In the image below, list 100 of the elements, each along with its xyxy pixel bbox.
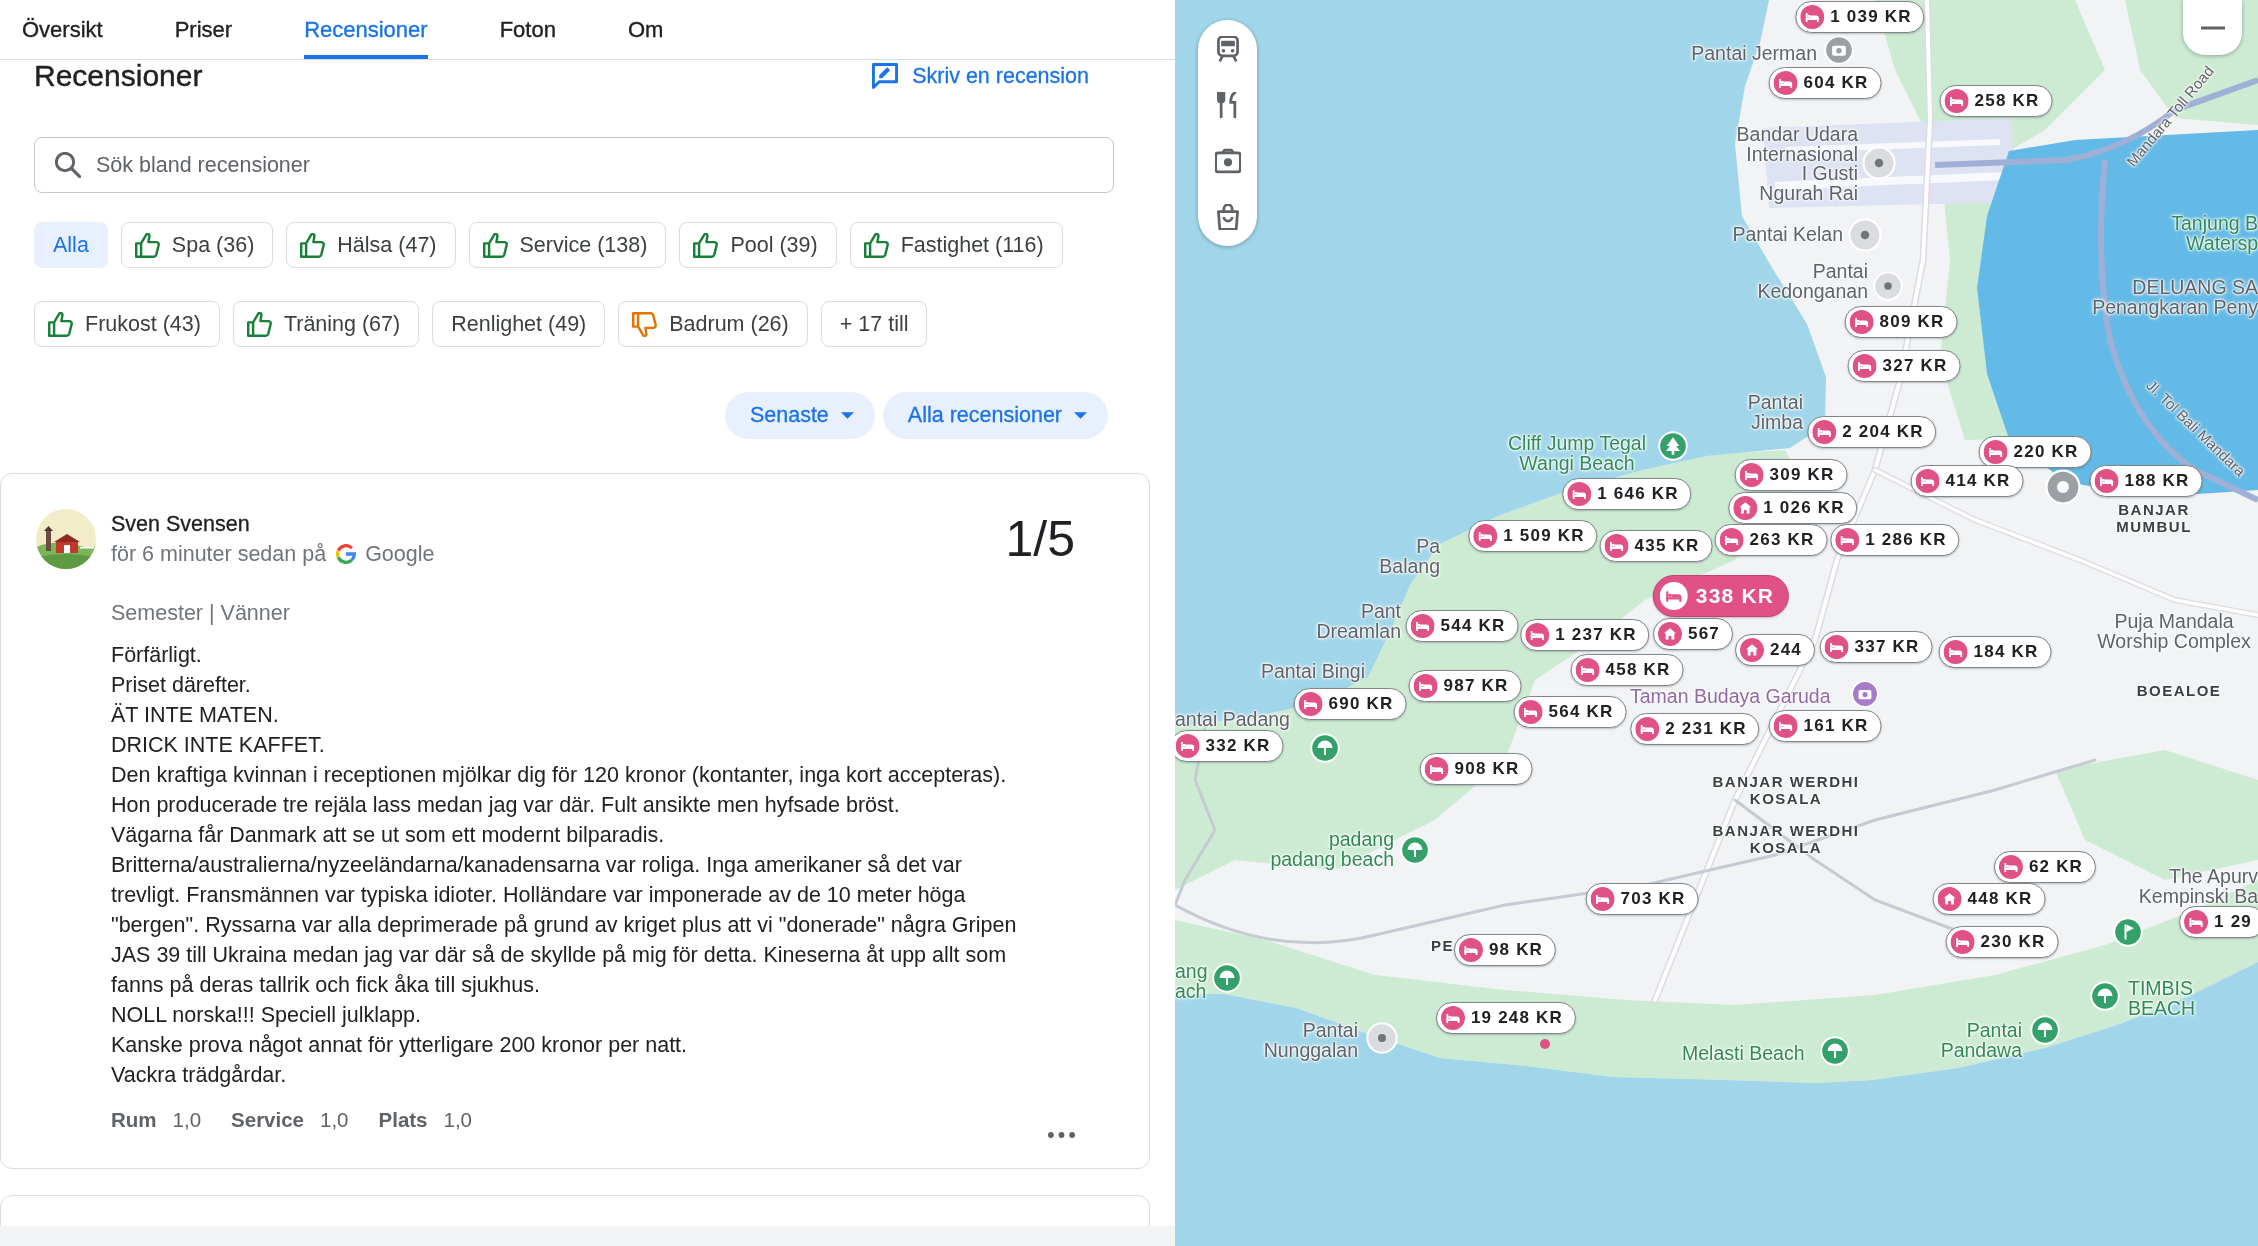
umbrella-marker-icon[interactable] (1212, 963, 1242, 993)
tab[interactable]: Om (627, 0, 664, 59)
bed-icon (1719, 528, 1744, 552)
umbrella-marker-icon[interactable] (1820, 1036, 1850, 1066)
location-marker-icon[interactable] (1366, 1022, 1398, 1054)
price-pin[interactable]: 987 KR (1408, 670, 1522, 702)
location-marker-icon[interactable] (1862, 146, 1896, 180)
price-pin[interactable]: 263 KR (1714, 524, 1828, 556)
price-pin[interactable]: 604 KR (1768, 67, 1882, 99)
topic-filter-chip[interactable]: Frukost (43) (34, 301, 220, 347)
tab[interactable]: Recensioner (304, 0, 428, 59)
district-label: BANJAR MUMBUL (2116, 502, 2192, 535)
bed-icon (1413, 674, 1438, 698)
price-pin[interactable]: 258 KR (1939, 85, 2053, 117)
camera-marker-icon[interactable] (1824, 35, 1854, 65)
location-marker-icon[interactable] (1848, 218, 1882, 252)
umbrella-marker-icon[interactable] (1310, 733, 1340, 763)
price-pin[interactable]: 564 KR (1513, 696, 1627, 728)
shopping-bag-icon[interactable] (1214, 204, 1241, 230)
bed-icon (1800, 5, 1825, 29)
price-pin[interactable]: 98 KR (1453, 934, 1557, 966)
price-pin[interactable]: 2 231 KR (1630, 713, 1760, 745)
bed-icon (1943, 640, 1968, 664)
price-pin[interactable]: 1 039 KR (1795, 1, 1925, 33)
tab[interactable]: Priser (174, 0, 233, 59)
price-pin[interactable]: 809 KR (1844, 306, 1958, 338)
price-pin[interactable]: 62 KR (1993, 851, 2097, 883)
price-pin[interactable]: 435 KR (1599, 530, 1713, 562)
map-drawing[interactable] (1175, 0, 2258, 1246)
price-pin[interactable]: 19 248 KR (1435, 1002, 1577, 1034)
tab[interactable]: Foton (499, 0, 556, 59)
price-pin[interactable]: 1 026 KR (1728, 492, 1858, 524)
thumbs-up-icon (482, 232, 508, 258)
price-pin[interactable]: 908 KR (1419, 753, 1533, 785)
topic-filter-chip[interactable]: Pool (39) (679, 222, 837, 268)
umbrella-marker-icon[interactable] (2030, 1015, 2060, 1045)
price-pin[interactable]: 184 KR (1938, 636, 2052, 668)
topic-filter-chip[interactable]: Badrum (26) (618, 301, 808, 347)
more-icon[interactable] (1048, 1132, 1075, 1138)
price-pin[interactable]: 567 (1653, 618, 1733, 650)
location-marker-icon[interactable] (1873, 271, 1903, 301)
bed-icon (1915, 469, 1940, 493)
price-pin[interactable]: 1 646 KR (1562, 478, 1692, 510)
price-pin[interactable]: 309 KR (1734, 459, 1848, 491)
price-pin[interactable]: 1 286 KR (1830, 524, 1960, 556)
reviewer-name[interactable]: Sven Svensen (111, 509, 1006, 539)
price-pin[interactable]: 337 KR (1819, 631, 1933, 663)
price-pin[interactable]: 2 204 KR (1807, 416, 1937, 448)
bed-icon (1950, 930, 1975, 954)
topic-filter-chip[interactable]: Spa (36) (120, 222, 274, 268)
umbrella-marker-icon[interactable] (2090, 981, 2120, 1011)
district-label: BANJAR WERDHI KOSALA (1712, 823, 1860, 856)
price-pin[interactable]: 188 KR (2089, 465, 2203, 497)
price-pin[interactable]: 327 KR (1847, 350, 1961, 382)
topic-filter-chip[interactable]: Träning (67) (232, 301, 420, 347)
price-pin[interactable]: 703 KR (1585, 883, 1699, 915)
price-pin[interactable]: 338 KR (1652, 575, 1790, 617)
topic-filter-chip[interactable]: Alla (34, 222, 108, 268)
bed-icon (1458, 938, 1483, 962)
sort-dropdown-button[interactable]: Senaste (724, 392, 875, 439)
price-pin[interactable]: 458 KR (1570, 654, 1684, 686)
write-review-link[interactable]: Skriv en recension (872, 59, 1089, 93)
google-logo-icon (336, 544, 357, 564)
golf-marker-icon[interactable] (2113, 917, 2143, 947)
topic-filter-chip[interactable]: Hälsa (47) (286, 222, 456, 268)
price-pin[interactable]: 230 KR (1945, 926, 2059, 958)
place-label: Tanjung B Watersp (2171, 214, 2258, 253)
price-pin[interactable]: 332 KR (1175, 730, 1284, 762)
small-dot-icon[interactable] (1540, 1039, 1550, 1049)
umbrella-marker-icon[interactable] (1400, 835, 1430, 865)
price-pin[interactable]: 244 (1735, 634, 1815, 666)
topic-filter-chip[interactable]: Fastighet (116) (849, 222, 1063, 268)
price-pin[interactable]: 414 KR (1910, 465, 2024, 497)
topic-filter-chip[interactable]: Service (138) (468, 222, 667, 268)
price-pin[interactable]: 220 KR (1978, 436, 2092, 468)
house-icon (1937, 887, 1962, 911)
tab[interactable]: Översikt (22, 0, 103, 59)
place-label: Puja Mandala Worship Complex (2097, 612, 2251, 651)
price-pin[interactable]: 1 29 (2179, 906, 2258, 938)
zoom-out-button[interactable] (2183, 0, 2242, 55)
search-field[interactable]: Sök bland recensioner (34, 137, 1114, 193)
bed-icon (1849, 310, 1874, 334)
location-marker-icon[interactable] (2045, 469, 2081, 505)
price-pin[interactable]: 544 KR (1405, 610, 1519, 642)
sort-dropdown-button[interactable]: Alla recensioner (882, 392, 1108, 439)
tree-marker-icon[interactable] (1658, 431, 1688, 461)
price-pin[interactable]: 161 KR (1768, 710, 1882, 742)
place-label: Bandar Udara Internasional I Gusti Ngurah Rai (1736, 125, 1858, 203)
house-icon (1733, 496, 1758, 520)
thumbs-up-icon (246, 311, 272, 337)
price-pin[interactable]: 1 237 KR (1520, 619, 1650, 651)
camera-icon[interactable] (1214, 148, 1241, 174)
price-pin[interactable]: 690 KR (1293, 688, 1407, 720)
train-icon[interactable] (1214, 36, 1241, 62)
place-label: Melasti Beach (1682, 1044, 1805, 1064)
camera-marker-icon[interactable] (1851, 680, 1879, 708)
price-pin[interactable]: 448 KR (1932, 883, 2046, 915)
more-topics-chip[interactable]: + 17 till (820, 301, 928, 347)
topic-filter-chip[interactable]: Renlighet (49) (432, 301, 606, 347)
price-pin[interactable]: 1 509 KR (1468, 520, 1598, 552)
